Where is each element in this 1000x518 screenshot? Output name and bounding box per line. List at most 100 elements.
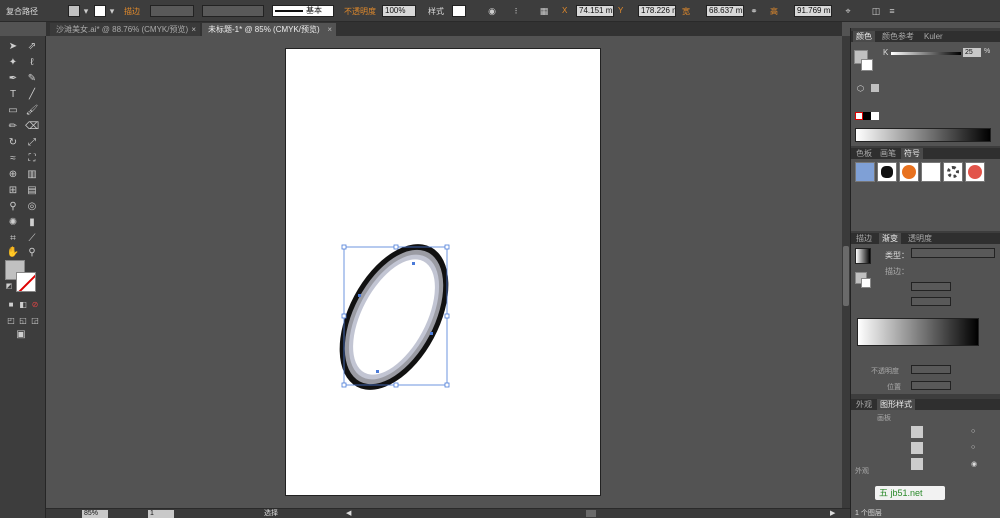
gradient-angle-field[interactable]	[911, 282, 951, 291]
paintbrush-icon[interactable]: 🖌	[25, 104, 39, 118]
artboard[interactable]	[285, 48, 601, 496]
symbol-corner[interactable]	[921, 162, 941, 182]
tab-gradient[interactable]: 渐变	[879, 233, 901, 244]
artboard-tool-icon[interactable]: ⌗	[6, 232, 20, 246]
mesh-tool-icon[interactable]: ⊞	[6, 184, 20, 198]
fill-swatch[interactable]	[68, 5, 80, 17]
stroke-weight-field[interactable]	[150, 5, 194, 17]
blend-tool-icon[interactable]: ◎	[25, 200, 39, 214]
tab-color[interactable]: 颜色	[853, 31, 875, 42]
align-icon[interactable]: ⁝	[510, 5, 522, 17]
gradient-position-field[interactable]	[911, 381, 951, 390]
none-mode-icon[interactable]: ⊘	[28, 298, 42, 312]
layer-thumb[interactable]	[911, 426, 923, 438]
tab-brushes[interactable]: 画笔	[877, 148, 899, 159]
stroke-style-dropdown[interactable]: 基本	[272, 5, 334, 17]
magic-wand-icon[interactable]: ✦	[6, 56, 20, 70]
gradient-thumbnail[interactable]	[855, 248, 871, 264]
y-field[interactable]: 178.226 mm	[638, 5, 676, 17]
visibility-icon[interactable]: ○	[971, 444, 975, 451]
stroke-label[interactable]: 描边	[124, 6, 140, 17]
scroll-right-icon[interactable]: ▶	[830, 509, 835, 518]
tab-stroke[interactable]: 描边	[853, 233, 875, 244]
stroke-swatch[interactable]	[94, 5, 106, 17]
pencil-icon[interactable]: ✏	[6, 120, 20, 134]
stroke-dropdown-icon[interactable]: ▾	[106, 5, 118, 17]
style-swatch[interactable]	[452, 5, 466, 17]
variable-width-dropdown[interactable]	[202, 5, 264, 17]
zoom-field[interactable]: 85%	[82, 510, 108, 518]
free-transform-icon[interactable]: ⛶	[25, 152, 39, 166]
link-icon[interactable]: ⚭	[748, 5, 760, 17]
color-stroke-swatch[interactable]	[861, 59, 873, 71]
scale-tool-icon[interactable]: ⤢	[25, 136, 39, 150]
white-swatch[interactable]	[871, 112, 879, 120]
rotate-tool-icon[interactable]: ↻	[6, 136, 20, 150]
selection-tool-icon[interactable]: ➤	[6, 40, 20, 54]
default-colors-icon[interactable]: ◩	[2, 280, 16, 294]
screen-mode-icon[interactable]: ▣	[14, 328, 28, 342]
line-tool-icon[interactable]: ╱	[25, 88, 39, 102]
direct-selection-tool-icon[interactable]: ⇗	[25, 40, 39, 54]
symbol-flower[interactable]	[965, 162, 985, 182]
recolor-icon[interactable]: ◉	[486, 5, 498, 17]
draw-inside-icon[interactable]: ◲	[28, 314, 42, 328]
black-swatch[interactable]	[863, 112, 871, 120]
scroll-left-icon[interactable]: ◀	[346, 509, 351, 518]
lasso-icon[interactable]: ℓ	[25, 56, 39, 70]
symbol-blue-banner[interactable]	[855, 162, 875, 182]
x-field[interactable]: 74.151 mm	[576, 5, 614, 17]
transform-icon[interactable]: ⌖	[842, 5, 854, 17]
tab-untitled[interactable]: 未标题-1* @ 85% (CMYK/预览) ×	[202, 23, 336, 36]
out-of-gamut-icon[interactable]: ⬡	[857, 84, 864, 93]
symbol-ring[interactable]	[943, 162, 963, 182]
reference-point-icon[interactable]: ▦	[538, 5, 550, 17]
curvature-tool-icon[interactable]: ✎	[25, 72, 39, 86]
tab-symbols[interactable]: 符号	[901, 148, 923, 159]
fill-dropdown-icon[interactable]: ▾	[80, 5, 92, 17]
tab-graphic-styles[interactable]: 图形样式	[877, 399, 915, 410]
menu-icon[interactable]: ≡	[886, 5, 898, 17]
warp-tool-icon[interactable]: ≈	[6, 152, 20, 166]
opacity-label[interactable]: 不透明度	[344, 6, 376, 17]
gradient-stroke-swatch[interactable]	[861, 278, 871, 288]
symbol-sprayer-icon[interactable]: ✺	[6, 216, 20, 230]
symbol-splat[interactable]	[877, 162, 897, 182]
tab-kuler[interactable]: Kuler	[921, 31, 946, 42]
page-field[interactable]: 1	[148, 510, 174, 518]
slice-tool-icon[interactable]: ⟋	[25, 232, 39, 246]
tab-appearance[interactable]: 外观	[853, 399, 875, 410]
stroke-color-swatch[interactable]	[16, 272, 36, 292]
w-field[interactable]: 68.637 mm	[706, 5, 744, 17]
target-icon[interactable]: ◉	[971, 460, 977, 468]
tab-transparency[interactable]: 透明度	[905, 233, 935, 244]
layer-thumb[interactable]	[911, 458, 923, 470]
shape-builder-icon[interactable]: ⊕	[6, 168, 20, 182]
column-graph-icon[interactable]: ▮	[25, 216, 39, 230]
pen-tool-icon[interactable]: ✒	[6, 72, 20, 86]
close-icon[interactable]: ×	[191, 23, 196, 36]
zoom-tool-icon[interactable]: ⚲	[25, 246, 39, 260]
tab-color-guide[interactable]: 颜色参考	[879, 31, 917, 42]
rectangle-tool-icon[interactable]: ▭	[6, 104, 20, 118]
hand-tool-icon[interactable]: ✋	[6, 246, 20, 260]
type-tool-icon[interactable]: T	[6, 88, 20, 102]
tab-beach-girl[interactable]: 沙滩美女.ai* @ 88.76% (CMYK/预览) ×	[50, 23, 200, 36]
layer-thumb[interactable]	[911, 442, 923, 454]
symbol-orange-button[interactable]	[899, 162, 919, 182]
k-slider[interactable]	[891, 52, 961, 55]
eraser-icon[interactable]: ⌫	[25, 120, 39, 134]
k-value-field[interactable]: 25	[963, 48, 981, 57]
gradient-type-dropdown[interactable]	[911, 248, 995, 258]
close-icon[interactable]: ×	[327, 23, 332, 36]
isolate-icon[interactable]: ◫	[870, 5, 882, 17]
none-swatch[interactable]	[855, 112, 863, 120]
scroll-thumb[interactable]	[843, 246, 849, 306]
perspective-grid-icon[interactable]: ▥	[25, 168, 39, 182]
gradient-aspect-field[interactable]	[911, 297, 951, 306]
gradient-opacity-field[interactable]	[911, 365, 951, 374]
gradient-tool-icon[interactable]: ▤	[25, 184, 39, 198]
vertical-scrollbar[interactable]	[842, 36, 850, 508]
hscroll-thumb[interactable]	[586, 510, 596, 517]
status-mode[interactable]: 选择	[264, 509, 278, 518]
